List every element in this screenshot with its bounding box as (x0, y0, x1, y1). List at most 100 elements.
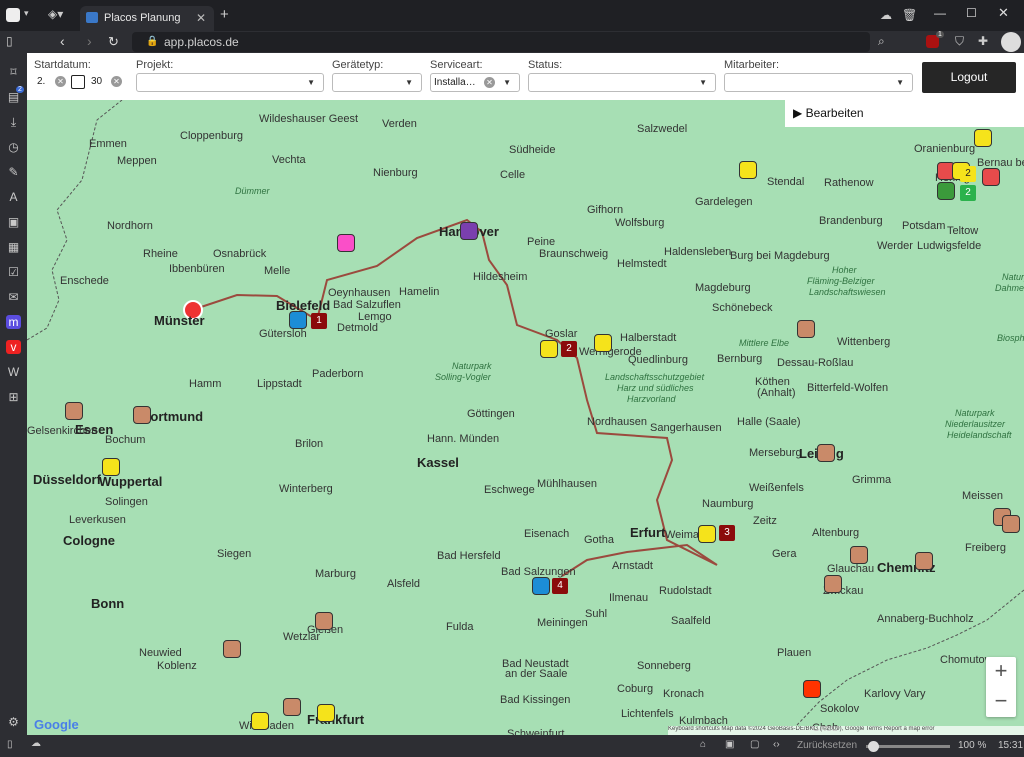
map-marker[interactable] (797, 320, 815, 338)
cluster-badge[interactable]: 3 (719, 525, 735, 541)
url-field[interactable]: 🔒 app.placos.de (132, 32, 870, 52)
logout-button[interactable]: Logout (922, 62, 1016, 93)
city-label: Annaberg-Buchholz (877, 613, 974, 625)
edit-panel-toggle[interactable]: ▶ Bearbeiten (785, 100, 1024, 127)
cluster-badge[interactable]: 4 (552, 578, 568, 594)
city-label: Potsdam (902, 220, 946, 232)
cluster-badge[interactable]: 2 (561, 341, 577, 357)
code-icon[interactable]: ‹› (773, 739, 780, 750)
zoom-slider[interactable] (866, 741, 950, 752)
map-marker[interactable] (982, 168, 1000, 186)
sync-cloud-icon[interactable]: ☁ (31, 738, 41, 749)
zoom-out-button[interactable]: − (986, 687, 1016, 717)
device-select[interactable]: ▼ (332, 73, 422, 92)
notes-icon[interactable]: ✎ (6, 165, 21, 179)
panel-toggle-icon[interactable]: ▯ (6, 34, 13, 48)
tasks-icon[interactable]: ☑ (6, 265, 21, 279)
wikipedia-icon[interactable]: W (6, 365, 21, 379)
map-marker[interactable] (102, 458, 120, 476)
map-marker[interactable] (133, 406, 151, 424)
forward-button[interactable]: › (87, 33, 92, 49)
reload-button[interactable]: ↻ (108, 34, 119, 50)
tab-close-icon[interactable]: ✕ (196, 6, 206, 30)
mastodon-icon[interactable]: m (6, 315, 21, 329)
zoom-slider-handle[interactable] (868, 741, 879, 752)
staff-select[interactable]: ▼ (724, 73, 913, 92)
map-marker[interactable] (698, 525, 716, 543)
settings-gear-icon[interactable]: ⚙ (6, 715, 21, 729)
shield-icon[interactable]: ⛉ (955, 34, 964, 49)
end-date-input[interactable]: 30 ✕ (88, 73, 122, 92)
add-panel-icon[interactable]: ⊞ (6, 390, 21, 404)
map-marker[interactable] (289, 311, 307, 329)
map-marker[interactable] (460, 222, 478, 240)
new-tab-button[interactable]: + (220, 6, 229, 23)
trash-icon[interactable]: 🗑 (902, 8, 917, 22)
map-marker[interactable] (803, 680, 821, 698)
map-marker[interactable] (532, 577, 550, 595)
map-marker[interactable] (739, 161, 757, 179)
map-marker[interactable] (65, 402, 83, 420)
map-marker[interactable] (315, 612, 333, 630)
map-marker[interactable] (251, 712, 269, 730)
url-text: app.placos.de (164, 35, 239, 49)
back-button[interactable]: ‹ (60, 33, 65, 49)
map-marker[interactable] (1002, 515, 1020, 533)
reset-zoom-link[interactable]: Zurücksetzen (797, 740, 857, 751)
avatar[interactable] (1001, 32, 1021, 52)
map-marker[interactable] (850, 546, 868, 564)
staff-filter: Mitarbeiter: ▼ (724, 59, 913, 92)
cluster-badge[interactable]: 2 (960, 185, 976, 201)
search-icon[interactable]: ⌕ (878, 34, 885, 49)
clear-end-icon[interactable]: ✕ (111, 76, 122, 87)
tab-stack-icon[interactable]: ◈▾ (48, 7, 63, 21)
clear-start-icon[interactable]: ✕ (55, 76, 66, 87)
history-icon[interactable]: ◷ (6, 140, 21, 154)
city-label: Meiningen (537, 617, 588, 629)
chat-icon[interactable]: ✉ (6, 290, 21, 304)
bookmark-icon[interactable]: ⌑ (6, 65, 21, 79)
tiling-icon[interactable]: ▢ (750, 739, 759, 750)
close-window-button[interactable]: ✕ (998, 5, 1009, 21)
panel-icon[interactable]: ▯ (7, 739, 13, 750)
cloud-icon[interactable]: ☁ (880, 8, 892, 22)
city-label: Oeynhausen (328, 287, 391, 299)
puzzle-icon[interactable]: ✚ (978, 34, 988, 48)
image-icon[interactable]: ▣ (725, 739, 734, 750)
clear-service-icon[interactable]: ✕ (484, 77, 495, 88)
map-marker[interactable] (817, 444, 835, 462)
calendar-picker-icon[interactable] (71, 75, 85, 89)
download-icon[interactable]: ⤓ (6, 115, 21, 129)
map-marker[interactable] (594, 334, 612, 352)
city-label: Sonneberg (637, 660, 691, 672)
map-canvas[interactable]: Emmen Meppen Cloppenburg Wildeshauser Geest… (27, 100, 1024, 735)
window-icon[interactable]: ▣ (6, 215, 21, 229)
cluster-badge[interactable]: 2 (960, 166, 976, 182)
map-marker[interactable] (283, 698, 301, 716)
capture-icon[interactable]: ⌂ (700, 739, 706, 750)
minimize-button[interactable]: — (934, 6, 946, 20)
service-select[interactable]: Installa… ✕ ▼ (430, 73, 520, 92)
maximize-button[interactable]: ☐ (966, 6, 977, 20)
tab-placos[interactable]: Placos Planung ✕ (80, 6, 214, 31)
calendar-icon[interactable]: ▦ (6, 240, 21, 254)
chevron-down-icon[interactable]: ▾ (24, 8, 29, 19)
city-label: Melle (264, 265, 291, 277)
vivaldi-icon[interactable]: v (6, 340, 21, 354)
city-label: Gifhorn (587, 204, 624, 216)
cluster-badge[interactable]: 1 (311, 313, 327, 329)
map-marker[interactable] (915, 552, 933, 570)
map-marker[interactable] (337, 234, 355, 252)
map-marker[interactable] (974, 129, 992, 147)
status-select[interactable]: ▼ (528, 73, 716, 92)
vivaldi-menu-icon[interactable] (6, 8, 20, 22)
map-marker[interactable] (937, 182, 955, 200)
map-marker[interactable] (540, 340, 558, 358)
project-select[interactable]: ▼ (136, 73, 324, 92)
translate-icon[interactable]: A (6, 190, 21, 204)
start-date-input[interactable]: 2. ✕ (34, 73, 66, 92)
map-marker[interactable] (824, 575, 842, 593)
map-marker[interactable] (223, 640, 241, 658)
zoom-in-button[interactable]: + (986, 657, 1016, 687)
map-marker[interactable] (317, 704, 335, 722)
